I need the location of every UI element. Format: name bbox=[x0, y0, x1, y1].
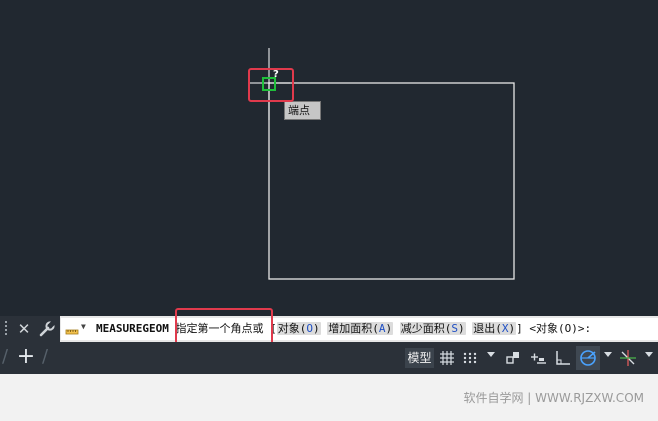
layout-tab-divider: / bbox=[2, 346, 9, 367]
snap-tooltip: 端点 bbox=[284, 101, 321, 120]
option-exit[interactable]: 退出(X) bbox=[472, 322, 517, 335]
watermark-text: 软件自学网 | WWW.RJZXW.COM bbox=[463, 391, 644, 405]
option-object[interactable]: 对象(O) bbox=[276, 322, 321, 335]
ortho-icon[interactable] bbox=[553, 348, 573, 368]
command-input-field[interactable]: ▼ MEASUREGEOM 指定第一个角点或 [对象(O) 增加面积(A) 减少… bbox=[61, 318, 658, 340]
option-subtract-area[interactable]: 减少面积(S) bbox=[399, 322, 466, 335]
object-snap-tracking-icon[interactable] bbox=[618, 348, 638, 368]
layout-tab-divider: / bbox=[42, 346, 49, 367]
polar-tracking-dropdown-icon[interactable] bbox=[604, 352, 612, 357]
polar-tracking-icon[interactable] bbox=[578, 348, 598, 368]
model-space-button[interactable]: 模型 bbox=[405, 348, 434, 368]
dynamic-input-icon[interactable] bbox=[528, 348, 548, 368]
grid-icon[interactable] bbox=[438, 348, 456, 368]
option-add-area[interactable]: 增加面积(A) bbox=[327, 322, 394, 335]
drawing-area[interactable]: ? bbox=[0, 0, 658, 316]
snap-mode-dropdown-icon[interactable] bbox=[487, 352, 495, 357]
close-icon[interactable]: ✕ bbox=[16, 319, 32, 339]
drawing-canvas[interactable]: ? 端点 bbox=[0, 0, 658, 316]
page-footer: 软件自学网 | WWW.RJZXW.COM bbox=[0, 374, 658, 421]
command-history-dropdown-icon[interactable]: ▼ bbox=[81, 322, 86, 331]
command-name: MEASUREGEOM bbox=[96, 322, 169, 335]
measure-ruler-icon[interactable] bbox=[64, 321, 80, 337]
command-line-bar: ✕ ▼ MEASUREGEOM 指定第一个角点或 [对象(O) 增加面积(A) … bbox=[0, 308, 658, 347]
status-bar: / + / 模型 bbox=[0, 342, 658, 374]
command-prompt-text: MEASUREGEOM 指定第一个角点或 [对象(O) 增加面积(A) 减少面积… bbox=[96, 322, 592, 335]
object-snap-tracking-dropdown-icon[interactable] bbox=[645, 352, 653, 357]
command-default: <对象(O)>: bbox=[529, 322, 592, 335]
command-line-controls: ✕ bbox=[0, 316, 60, 342]
snap-mode-icon[interactable] bbox=[461, 348, 479, 368]
command-prompt: 指定第一个角点或 bbox=[175, 322, 264, 335]
wrench-icon[interactable] bbox=[38, 320, 56, 338]
infer-constraints-icon[interactable] bbox=[503, 348, 523, 368]
drag-grip-icon[interactable] bbox=[5, 321, 11, 337]
add-layout-button[interactable]: + bbox=[14, 345, 38, 369]
